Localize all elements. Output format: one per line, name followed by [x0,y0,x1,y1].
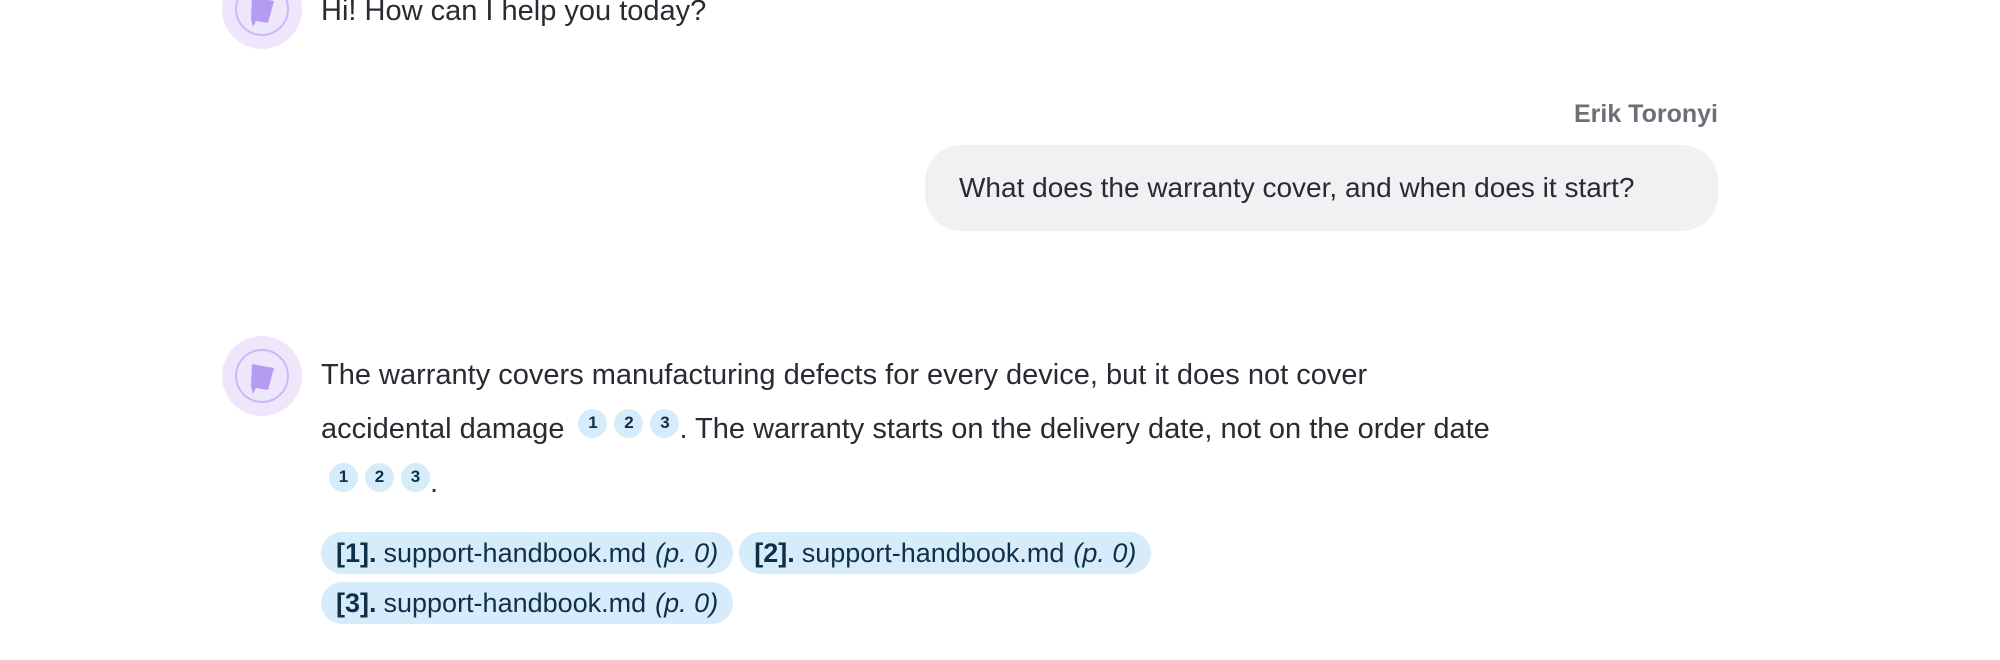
assistant-logo-icon [235,349,289,403]
assistant-avatar [222,0,302,49]
answer-text-part2: . The warranty starts on the delivery da… [679,413,1490,445]
source-filename: support-handbook.md [383,587,647,618]
user-message-text: What does the warranty cover, and when d… [959,172,1635,203]
chat-transcript: Hi! How can I help you today? Erik Toron… [0,0,2000,660]
source-filename: support-handbook.md [383,537,647,568]
answer-text-part3: . [430,467,439,499]
assistant-answer: The warranty covers manufacturing defect… [321,348,1721,510]
source-page: (p. 0) [655,537,719,568]
citation-2[interactable]: 2 [365,462,394,492]
source-list: [1]. support-handbook.md (p. 0) [2]. sup… [321,532,1321,632]
citation-2[interactable]: 2 [614,408,644,438]
assistant-avatar [222,336,302,416]
assistant-logo-icon [235,0,289,36]
source-number: [2]. [754,537,795,568]
source-filename: support-handbook.md [801,537,1065,568]
source-page: (p. 0) [655,587,719,618]
source-chip[interactable]: [2]. support-handbook.md (p. 0) [739,532,1152,574]
answer-text-line1: The warranty covers manufacturing defect… [321,359,1368,391]
user-name: Erik Toronyi [1573,100,1718,128]
source-chip[interactable]: [3]. support-handbook.md (p. 0) [321,582,734,624]
source-page: (p. 0) [1073,537,1137,568]
source-number: [3]. [336,587,377,618]
citation-1[interactable]: 1 [578,408,608,438]
answer-text-part1: accidental damage [321,413,565,445]
source-chip[interactable]: [1]. support-handbook.md (p. 0) [321,532,734,574]
user-message-bubble: What does the warranty cover, and when d… [925,145,1718,231]
assistant-greeting: Hi! How can I help you today? [321,0,707,27]
citation-3[interactable]: 3 [401,462,430,492]
citation-3[interactable]: 3 [650,408,680,438]
source-number: [1]. [336,537,377,568]
citation-1[interactable]: 1 [329,462,358,492]
